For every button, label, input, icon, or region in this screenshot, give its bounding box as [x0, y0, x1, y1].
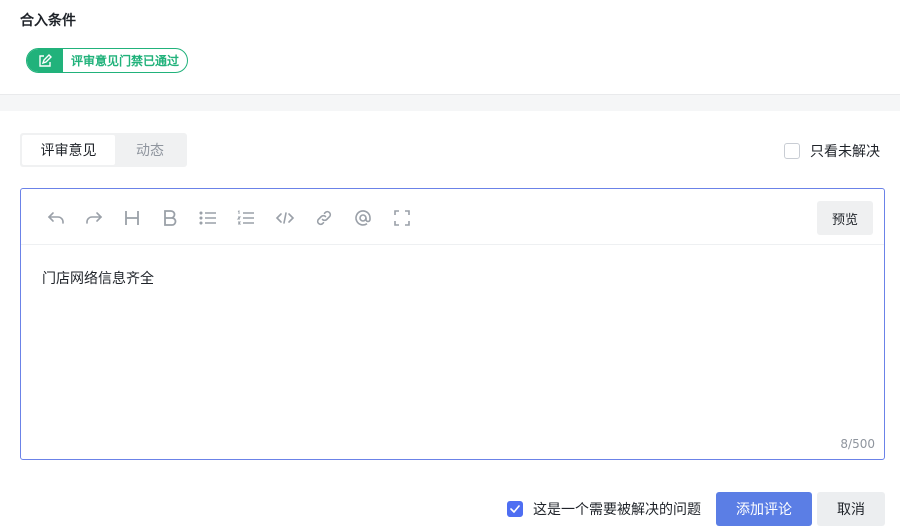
- section-divider: [0, 94, 900, 111]
- add-comment-button[interactable]: 添加评论: [716, 492, 812, 526]
- review-gate-status-text: 评审意见门禁已通过: [63, 49, 187, 72]
- review-gate-status-badge: 评审意见门禁已通过: [26, 48, 188, 73]
- editor-toolbar: 预览: [21, 189, 884, 245]
- comment-tabs: 评审意见 动态: [20, 133, 187, 167]
- cancel-button[interactable]: 取消: [817, 492, 885, 526]
- edit-check-icon: [27, 49, 63, 72]
- only-unresolved-label: 只看未解决: [810, 141, 880, 161]
- redo-icon[interactable]: [83, 207, 105, 229]
- char-count: 8/500: [840, 437, 875, 451]
- merge-conditions-title: 合入条件: [20, 10, 76, 30]
- only-unresolved-filter[interactable]: 只看未解决: [784, 141, 880, 161]
- link-icon[interactable]: [313, 207, 335, 229]
- tab-review-comments[interactable]: 评审意见: [22, 135, 115, 165]
- comment-editor[interactable]: 预览 门店网络信息齐全 8/500: [20, 188, 885, 460]
- fullscreen-icon[interactable]: [391, 207, 413, 229]
- tab-activity[interactable]: 动态: [115, 135, 185, 165]
- heading-icon[interactable]: [121, 207, 143, 229]
- code-icon[interactable]: [274, 207, 296, 229]
- needs-resolution-option[interactable]: 这是一个需要被解决的问题: [507, 499, 701, 519]
- preview-button[interactable]: 预览: [817, 201, 873, 235]
- mention-icon[interactable]: [352, 207, 374, 229]
- needs-resolution-checkbox[interactable]: [507, 501, 523, 517]
- numbered-list-icon[interactable]: [235, 207, 257, 229]
- needs-resolution-label: 这是一个需要被解决的问题: [533, 499, 701, 519]
- bullet-list-icon[interactable]: [197, 207, 219, 229]
- only-unresolved-checkbox[interactable]: [784, 143, 800, 159]
- undo-icon[interactable]: [45, 207, 67, 229]
- bold-icon[interactable]: [159, 207, 181, 229]
- editor-text[interactable]: 门店网络信息齐全: [42, 268, 154, 288]
